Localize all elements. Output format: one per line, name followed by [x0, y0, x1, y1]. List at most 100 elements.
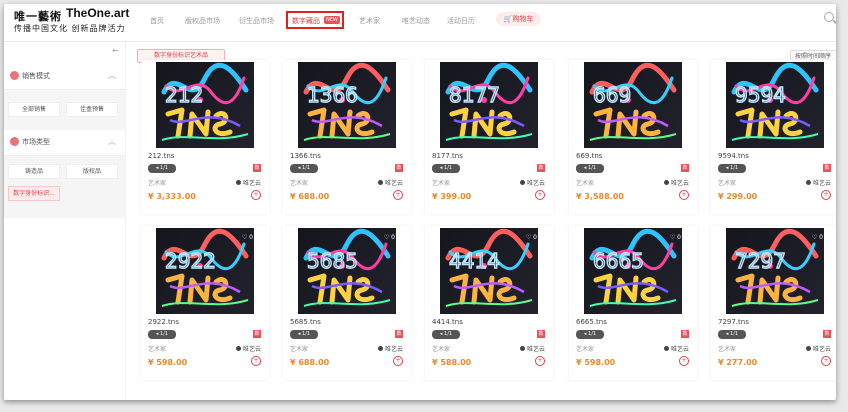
- artist-name[interactable]: 唯艺云: [236, 178, 261, 187]
- digital-badge: 数: [395, 164, 403, 172]
- product-card[interactable]: 7297 ♡ 0 7297.tns ◂ 1/1 数艺术家 唯艺云 ¥ 277.00 +: [711, 226, 836, 380]
- artist-name[interactable]: 唯艺云: [806, 344, 831, 353]
- artwork-image[interactable]: 669: [584, 62, 682, 148]
- search-icon[interactable]: [824, 12, 834, 22]
- nav-artists[interactable]: 艺术家: [359, 16, 380, 26]
- heart-icon: ♡: [811, 234, 818, 241]
- price: ¥ 598.00: [576, 358, 616, 367]
- product-name[interactable]: 669.tns: [576, 152, 602, 160]
- edition-badge: ◂ 1/1: [576, 330, 604, 339]
- chip-minted[interactable]: 铸造品: [8, 164, 60, 179]
- artwork-number: 6665: [593, 249, 644, 273]
- nav-digital-collectibles[interactable]: 数字藏品 NEW: [286, 11, 344, 29]
- artist-name[interactable]: 唯艺云: [378, 344, 403, 353]
- artwork-image[interactable]: 8177: [440, 62, 538, 148]
- section-sale-mode[interactable]: 销售模式 ︿: [4, 64, 126, 90]
- nav-calendar[interactable]: 活动日历: [447, 16, 475, 26]
- product-card[interactable]: 669 669.tns ◂ 1/1 数艺术家 唯艺云 ¥ 3,588.00 +: [569, 60, 697, 214]
- product-name[interactable]: 9594.tns: [718, 152, 749, 160]
- product-name[interactable]: 8177.tns: [432, 152, 463, 160]
- artwork-number: 212: [165, 83, 203, 107]
- artwork-image[interactable]: 5685: [298, 228, 396, 314]
- artwork-number: 8177: [449, 83, 500, 107]
- like-count[interactable]: ♡ 0: [670, 234, 681, 241]
- artist-name[interactable]: 唯艺云: [520, 178, 545, 187]
- artist-name[interactable]: 唯艺云: [520, 344, 545, 353]
- product-name[interactable]: 212.tns: [148, 152, 174, 160]
- chip-all-sales[interactable]: 全部销售: [8, 102, 60, 117]
- like-count[interactable]: ♡ 0: [242, 234, 253, 241]
- artwork-image[interactable]: 1366: [298, 62, 396, 148]
- artwork-image[interactable]: 212: [156, 62, 254, 148]
- artwork-number: 1366: [307, 83, 358, 107]
- cart-button[interactable]: 🛒购物车: [496, 12, 541, 26]
- artwork-image[interactable]: 2922: [156, 228, 254, 314]
- add-to-cart-icon[interactable]: +: [821, 190, 831, 200]
- market-type-options: 铸造品 版权品 数字身份标识...: [4, 156, 126, 218]
- artist-name[interactable]: 唯艺云: [664, 178, 689, 187]
- product-name[interactable]: 7297.tns: [718, 318, 749, 326]
- product-name[interactable]: 5685.tns: [290, 318, 321, 326]
- add-to-cart-icon[interactable]: +: [251, 190, 261, 200]
- like-count[interactable]: ♡ 0: [526, 234, 537, 241]
- chevron-up-icon[interactable]: ︿: [108, 70, 116, 81]
- add-to-cart-icon[interactable]: +: [535, 356, 545, 366]
- artwork-number: 4414: [449, 249, 500, 273]
- section-market-type[interactable]: 市场类型 ︿: [4, 130, 126, 156]
- product-name[interactable]: 6665.tns: [576, 318, 607, 326]
- chip-presale[interactable]: 佳盒预售: [66, 102, 118, 117]
- add-to-cart-icon[interactable]: +: [535, 190, 545, 200]
- nav-home[interactable]: 首页: [150, 16, 164, 26]
- artist-name[interactable]: 唯艺云: [664, 344, 689, 353]
- product-name[interactable]: 2922.tns: [148, 318, 179, 326]
- add-to-cart-icon[interactable]: +: [251, 356, 261, 366]
- add-to-cart-icon[interactable]: +: [393, 190, 403, 200]
- product-card[interactable]: 9594 9594.tns ◂ 1/1 数艺术家 唯艺云 ¥ 299.00 +: [711, 60, 836, 214]
- product-name[interactable]: 4414.tns: [432, 318, 463, 326]
- heart-icon: ♡: [241, 234, 248, 241]
- digital-badge: 数: [253, 164, 261, 172]
- artwork-image[interactable]: 4414: [440, 228, 538, 314]
- add-to-cart-icon[interactable]: +: [679, 190, 689, 200]
- artist-name[interactable]: 唯艺云: [236, 344, 261, 353]
- nav-news[interactable]: 唯艺动态: [402, 16, 430, 26]
- edition-badge: ◂ 1/1: [148, 330, 176, 339]
- artwork-number: 5685: [307, 249, 358, 273]
- artwork-svg: 7297: [731, 228, 819, 307]
- artwork-svg: 9594: [731, 62, 819, 141]
- cart-label: 购物车: [512, 15, 534, 23]
- product-card[interactable]: 4414 ♡ 0 4414.tns ◂ 1/1 数艺术家 唯艺云 ¥ 588.00 +: [425, 226, 553, 380]
- artist-name[interactable]: 唯艺云: [806, 178, 831, 187]
- slogan: 传播中国文化 创新品牌活力: [14, 24, 126, 33]
- artist-label: 艺术家: [718, 180, 737, 187]
- sale-mode-icon: [10, 71, 19, 80]
- artwork-svg: 212: [161, 62, 249, 141]
- nav-copyright-market[interactable]: 版权品市场: [185, 16, 220, 26]
- arrow-left-icon[interactable]: ←: [112, 46, 119, 55]
- add-to-cart-icon[interactable]: +: [679, 356, 689, 366]
- product-name[interactable]: 1366.tns: [290, 152, 321, 160]
- artist-name[interactable]: 唯艺云: [378, 178, 403, 187]
- product-card[interactable]: 8177 8177.tns ◂ 1/1 数艺术家 唯艺云 ¥ 399.00 +: [425, 60, 553, 214]
- artist-label: 艺术家: [290, 346, 309, 353]
- chip-copyright[interactable]: 版权品: [66, 164, 118, 179]
- product-card[interactable]: 6665 ♡ 0 6665.tns ◂ 1/1 数艺术家 唯艺云 ¥ 598.00 +: [569, 226, 697, 380]
- artwork-image[interactable]: 7297: [726, 228, 824, 314]
- product-card[interactable]: 2922 ♡ 0 2922.tns ◂ 1/1 数艺术家 唯艺云 ¥ 598.00 +: [141, 226, 269, 380]
- product-card[interactable]: 5685 ♡ 0 5685.tns ◂ 1/1 数艺术家 唯艺云 ¥ 688.00 +: [283, 226, 411, 380]
- artwork-image[interactable]: 6665: [584, 228, 682, 314]
- digital-badge: 数: [681, 164, 689, 172]
- artwork-image[interactable]: 9594: [726, 62, 824, 148]
- chip-digital-identity[interactable]: 数字身份标识...: [8, 186, 60, 201]
- like-count[interactable]: ♡ 0: [384, 234, 395, 241]
- chevron-up-icon[interactable]: ︿: [108, 136, 116, 147]
- add-to-cart-icon[interactable]: +: [821, 356, 831, 366]
- like-count[interactable]: ♡ 0: [812, 234, 823, 241]
- product-card[interactable]: 212 212.tns ◂ 1/1 数艺术家 唯艺云 ¥ 3,333.00 +: [141, 60, 269, 214]
- new-badge: NEW: [324, 16, 340, 24]
- add-to-cart-icon[interactable]: +: [393, 356, 403, 366]
- logo-en[interactable]: TheOne.art: [66, 6, 129, 20]
- logo-cn[interactable]: 唯一藝術: [14, 8, 62, 24]
- nav-derivative-market[interactable]: 衍生品市场: [239, 16, 274, 26]
- product-card[interactable]: 1366 1366.tns ◂ 1/1 数艺术家 唯艺云 ¥ 688.00 +: [283, 60, 411, 214]
